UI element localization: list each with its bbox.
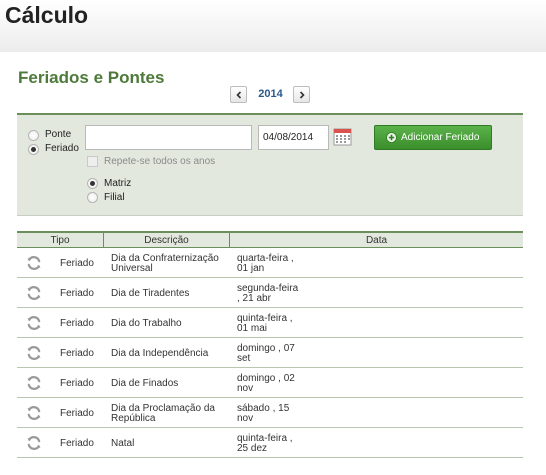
page-title: Cálculo: [5, 2, 89, 28]
row-descricao: Dia da Independência: [111, 348, 209, 359]
table-row: Feriado Dia de Finados domingo , 02 nov: [17, 368, 523, 398]
year-label: 2014: [258, 88, 283, 100]
holiday-form-panel: Ponte Feriado 04/08/2014 Adicionar Feria…: [17, 113, 523, 216]
row-descricao: Dia da Proclamação da República: [111, 403, 215, 424]
column-header-descricao: Descrição: [103, 233, 230, 247]
row-descricao: Dia de Finados: [111, 378, 179, 389]
refresh-icon[interactable]: [26, 285, 42, 301]
row-tipo: Feriado: [60, 378, 94, 389]
row-descricao: Dia do Trabalho: [111, 318, 182, 329]
radio-feriado-label: Feriado: [45, 143, 79, 154]
row-data: domingo , 07 set: [237, 343, 295, 364]
refresh-icon[interactable]: [26, 315, 42, 331]
row-data: quarta-feira , 01 jan: [237, 253, 294, 274]
row-descricao: Natal: [111, 438, 135, 449]
refresh-icon[interactable]: [26, 255, 42, 271]
row-descricao: Dia da Confraternização Universal: [111, 253, 219, 274]
row-data: sábado , 15 nov: [237, 403, 290, 424]
row-tipo: Feriado: [60, 408, 94, 419]
row-data: domingo , 02 nov: [237, 373, 295, 394]
row-data: quinta-feira , 01 mai: [237, 313, 293, 334]
row-descricao: Dia de Tiradentes: [111, 288, 190, 299]
description-input[interactable]: [85, 125, 252, 150]
next-year-button[interactable]: [293, 86, 310, 103]
radio-matriz[interactable]: [87, 178, 98, 189]
radio-ponte[interactable]: [28, 130, 39, 141]
holidays-table: Tipo Descrição Data Feriado Dia da Confra…: [17, 231, 523, 458]
row-data: segunda-feira , 21 abr: [237, 283, 299, 304]
row-tipo: Feriado: [60, 438, 94, 449]
row-tipo: Feriado: [60, 258, 94, 269]
row-tipo: Feriado: [60, 348, 94, 359]
repeat-checkbox[interactable]: [87, 156, 98, 167]
add-holiday-label: Adicionar Feriado: [401, 132, 480, 143]
repeat-checkbox-label: Repete-se todos os anos: [104, 156, 216, 167]
table-header: Tipo Descrição Data: [17, 231, 523, 248]
table-body: Feriado Dia da Confraternização Universal…: [17, 248, 523, 458]
column-header-tipo: Tipo: [50, 235, 70, 246]
table-row: Feriado Dia de Tiradentes segunda-feira , …: [17, 278, 523, 308]
chevron-right-icon: [299, 90, 305, 99]
radio-matriz-label: Matriz: [104, 178, 132, 189]
refresh-icon[interactable]: [26, 405, 42, 421]
table-row: Feriado Dia da Proclamação da República sá…: [17, 398, 523, 428]
table-row: Feriado Dia do Trabalho quinta-feira , 01 …: [17, 308, 523, 338]
table-row: Feriado Dia da Independência domingo , 07 …: [17, 338, 523, 368]
radio-feriado[interactable]: [28, 144, 39, 155]
table-row: Feriado Natal quinta-feira , 25 dez: [17, 428, 523, 458]
row-data: quinta-feira , 25 dez: [237, 433, 293, 454]
refresh-icon[interactable]: [26, 435, 42, 451]
table-row: Feriado Dia da Confraternização Universal…: [17, 248, 523, 278]
plus-icon: [386, 132, 397, 143]
section-title: Feriados e Pontes: [18, 68, 165, 87]
row-tipo: Feriado: [60, 318, 94, 329]
chevron-left-icon: [235, 90, 241, 99]
date-input[interactable]: 04/08/2014: [258, 125, 329, 150]
radio-filial[interactable]: [87, 192, 98, 203]
radio-ponte-label: Ponte: [45, 129, 72, 140]
radio-filial-label: Filial: [104, 192, 125, 203]
calendar-icon[interactable]: [333, 127, 352, 146]
refresh-icon[interactable]: [26, 375, 42, 391]
year-navigator: 2014: [230, 86, 312, 104]
refresh-icon[interactable]: [26, 345, 42, 361]
row-tipo: Feriado: [60, 288, 94, 299]
column-header-data: Data: [365, 235, 388, 246]
add-holiday-button[interactable]: Adicionar Feriado: [374, 125, 492, 150]
previous-year-button[interactable]: [230, 86, 247, 103]
